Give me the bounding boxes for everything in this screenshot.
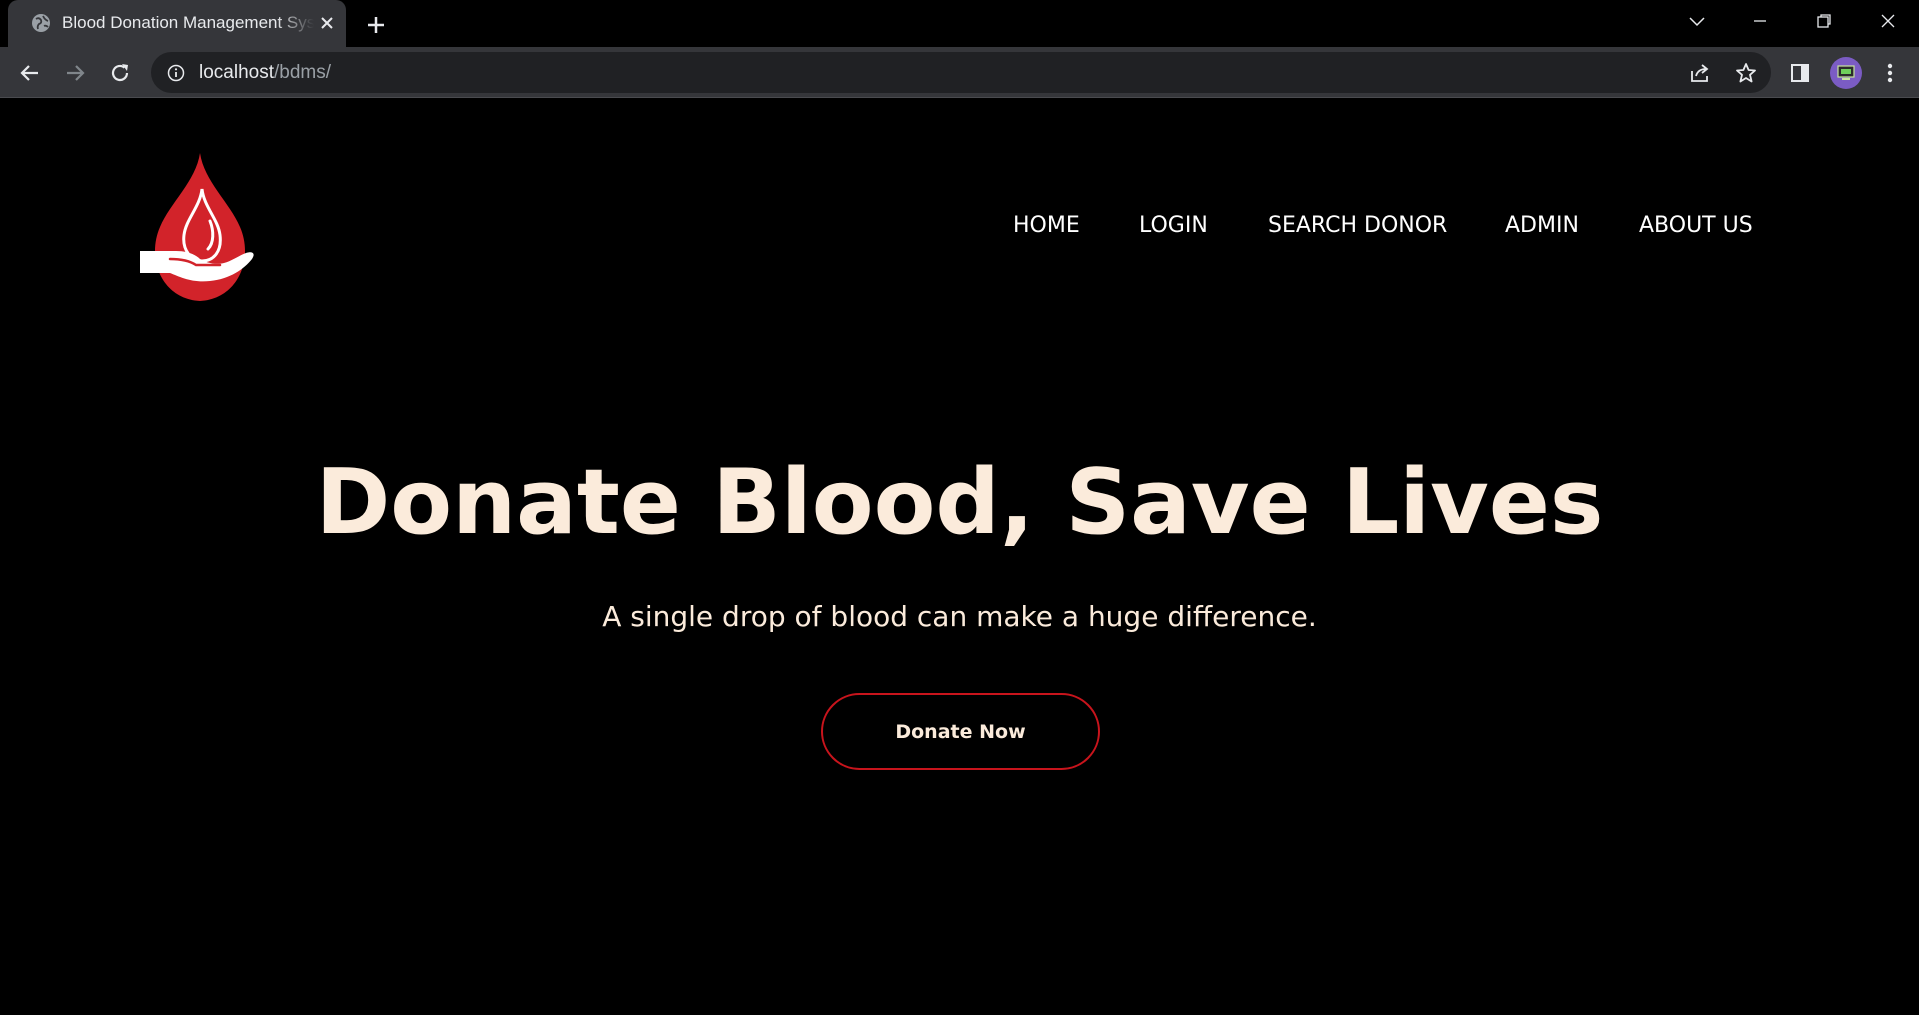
kebab-menu-icon[interactable]: [1873, 56, 1907, 90]
reload-icon[interactable]: [103, 56, 137, 90]
profile-avatar[interactable]: [1830, 57, 1862, 89]
nav-admin[interactable]: ADMIN: [1505, 211, 1579, 241]
tab-search-chevron-icon[interactable]: [1679, 6, 1715, 36]
close-window-button[interactable]: [1870, 6, 1906, 36]
minimize-button[interactable]: [1742, 6, 1778, 36]
nav-search-donor[interactable]: SEARCH DONOR: [1268, 211, 1447, 241]
tab-strip: Blood Donation Management System: [0, 0, 1919, 47]
browser-toolbar: localhost/bdms/: [0, 47, 1919, 98]
back-arrow-icon[interactable]: [13, 56, 47, 90]
nav-login[interactable]: LOGIN: [1139, 211, 1208, 241]
address-bar[interactable]: localhost/bdms/: [151, 52, 1771, 93]
forward-arrow-icon[interactable]: [58, 56, 92, 90]
bookmark-star-icon[interactable]: [1734, 61, 1758, 85]
tab-title: Blood Donation Management System: [62, 13, 314, 32]
hero-subtitle: A single drop of blood can make a huge d…: [602, 600, 1317, 633]
url-text[interactable]: localhost/bdms/: [199, 61, 331, 85]
share-icon[interactable]: [1688, 61, 1712, 85]
restore-button[interactable]: [1806, 6, 1842, 36]
page-content: HOME LOGIN SEARCH DONOR ADMIN ABOUT US D…: [0, 99, 1919, 1015]
nav-about-us[interactable]: ABOUT US: [1639, 211, 1753, 241]
nav-home[interactable]: HOME: [1013, 211, 1080, 241]
close-icon[interactable]: [316, 12, 338, 34]
main-nav: HOME LOGIN SEARCH DONOR ADMIN ABOUT US: [0, 211, 1919, 241]
url-host: localhost: [199, 62, 274, 83]
side-panel-icon[interactable]: [1783, 56, 1817, 90]
hero-title: Donate Blood, Save Lives: [315, 450, 1604, 555]
browser-tab[interactable]: Blood Donation Management System: [8, 0, 346, 47]
globe-icon: [30, 12, 52, 34]
new-tab-button[interactable]: [362, 11, 390, 39]
donate-now-button[interactable]: Donate Now: [821, 693, 1100, 770]
url-path: /bdms/: [274, 62, 332, 83]
info-icon[interactable]: [165, 62, 187, 84]
